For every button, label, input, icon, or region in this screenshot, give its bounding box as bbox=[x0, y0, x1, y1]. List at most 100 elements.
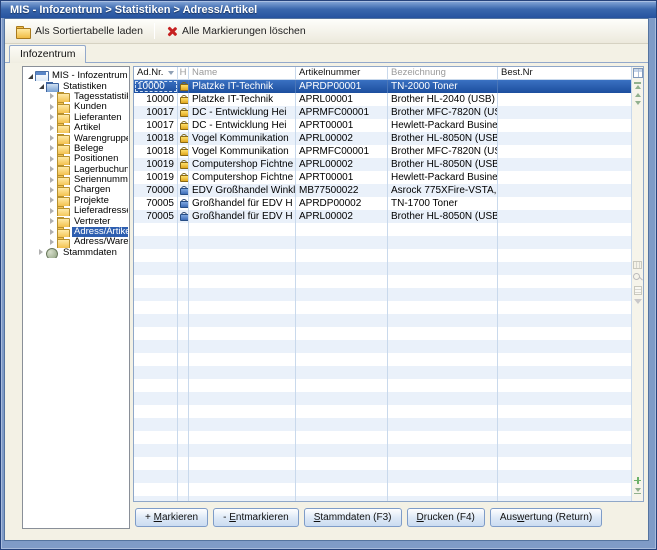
insert-row-icon[interactable] bbox=[634, 477, 641, 484]
tree-expand-icon[interactable] bbox=[48, 92, 57, 101]
footer-button-auswertung-return[interactable]: Auswertung (Return) bbox=[490, 508, 602, 527]
tree-item-warengruppen[interactable]: Warengruppen bbox=[24, 133, 128, 143]
tree-item-vertreter[interactable]: Vertreter bbox=[24, 216, 128, 226]
table-row[interactable]: 70005Großhandel für EDV HAPRL00002Brothe… bbox=[134, 210, 631, 223]
tree-collapse-icon[interactable] bbox=[26, 72, 35, 81]
cell-best-nr bbox=[498, 158, 631, 171]
cell-name bbox=[189, 340, 296, 353]
table-row[interactable]: 10000Platzke IT-TechnikAPRL00001Brother … bbox=[134, 93, 631, 106]
tree-item-adress-warengruppen[interactable]: Adress/Warengruppen bbox=[24, 237, 128, 247]
column-header-best-nr[interactable]: Best.Nr bbox=[498, 67, 631, 80]
tree-item-stammdaten[interactable]: Stammdaten bbox=[24, 248, 128, 258]
tree-item-projekte[interactable]: Projekte bbox=[24, 196, 128, 206]
cell-artikelnummer bbox=[296, 314, 388, 327]
tree-expand-icon[interactable] bbox=[48, 196, 57, 205]
grid-select-all-icon[interactable] bbox=[633, 68, 643, 78]
cell-best-nr bbox=[498, 210, 631, 223]
tree-item-adress-artikel[interactable]: Adress/Artikel bbox=[24, 227, 128, 237]
tree-expand-icon[interactable] bbox=[48, 124, 57, 133]
window-title: MIS - Infozentrum > Statistiken > Adress… bbox=[1, 1, 656, 18]
tree-expand-icon[interactable] bbox=[48, 155, 57, 164]
export-icon[interactable] bbox=[634, 286, 642, 295]
table-row[interactable]: 10000Platzke IT-TechnikAPRDP00001TN-2000… bbox=[134, 80, 631, 93]
table-row[interactable]: 10019Computershop FichtneAPRL00002Brothe… bbox=[134, 158, 631, 171]
column-header-h[interactable]: H bbox=[178, 67, 189, 80]
column-header-name[interactable]: Name bbox=[189, 67, 296, 80]
cell-bezeichnung bbox=[388, 301, 498, 314]
table-row[interactable]: 10017DC - Entwicklung HeiAPRT00001Hewlet… bbox=[134, 119, 631, 132]
tree-expand-icon[interactable] bbox=[48, 103, 57, 112]
tree-item-kunden[interactable]: Kunden bbox=[24, 102, 128, 112]
tree-expand-icon[interactable] bbox=[48, 186, 57, 195]
tree-item-artikel[interactable]: Artikel bbox=[24, 123, 128, 133]
empty-row bbox=[134, 405, 631, 418]
tree-expand-icon[interactable] bbox=[48, 134, 57, 143]
search-icon[interactable] bbox=[633, 273, 642, 282]
table-row[interactable]: 10018Vogel KommunikationAPRMFC00001Broth… bbox=[134, 145, 631, 158]
table-row[interactable]: 10018Vogel KommunikationAPRL00002Brother… bbox=[134, 132, 631, 145]
load-sort-table-button[interactable]: Als Sortiertabelle laden bbox=[9, 21, 150, 41]
column-header-artikelnummer[interactable]: Artikelnummer bbox=[296, 67, 388, 80]
table-row[interactable]: 10019Computershop FichtneAPRT00001Hewlet… bbox=[134, 171, 631, 184]
data-grid: Ad.Nr.HNameArtikelnummerBezeichnungBest.… bbox=[133, 66, 644, 502]
tree-expand-icon[interactable] bbox=[37, 248, 46, 257]
tree-item-belege[interactable]: Belege bbox=[24, 144, 128, 154]
filter-icon[interactable] bbox=[634, 299, 642, 304]
cell-artikelnummer bbox=[296, 249, 388, 262]
cell-best-nr bbox=[498, 496, 631, 501]
column-header-bezeichnung[interactable]: Bezeichnung bbox=[388, 67, 498, 80]
tree-item-statistiken[interactable]: Statistiken bbox=[24, 81, 128, 91]
footer-button-markieren[interactable]: + Markieren bbox=[135, 508, 208, 527]
tree-item-tagesstatistik[interactable]: Tagesstatistik bbox=[24, 92, 128, 102]
tree-item-chargen[interactable]: Chargen bbox=[24, 185, 128, 195]
cell-h bbox=[178, 210, 189, 223]
tree-expand-icon[interactable] bbox=[48, 238, 57, 247]
cell-name: DC - Entwicklung Hei bbox=[189, 119, 296, 132]
cell-h bbox=[178, 158, 189, 171]
scroll-bottom-icon[interactable] bbox=[634, 488, 641, 496]
tree-item-seriennummern[interactable]: Seriennummern bbox=[24, 175, 128, 185]
tree-expand-icon[interactable] bbox=[48, 207, 57, 216]
table-row[interactable]: 70005Großhandel für EDV HAPRDP00002TN-17… bbox=[134, 197, 631, 210]
tree-expand-icon[interactable] bbox=[48, 144, 57, 153]
cell-best-nr bbox=[498, 80, 631, 93]
cell-name bbox=[189, 483, 296, 496]
tree-expand-icon[interactable] bbox=[48, 217, 57, 226]
tree-item-lieferanten[interactable]: Lieferanten bbox=[24, 113, 128, 123]
cell-bezeichnung bbox=[388, 418, 498, 431]
cell-artikelnummer bbox=[296, 444, 388, 457]
tree-item-lagerbuchungen[interactable]: Lagerbuchungen bbox=[24, 165, 128, 175]
blue-padlock-icon bbox=[180, 212, 187, 221]
clear-marks-button[interactable]: Alle Markierungen löschen bbox=[159, 21, 313, 41]
table-row[interactable]: 70000EDV Großhandel WinklMB77500022Asroc… bbox=[134, 184, 631, 197]
column-chooser-icon[interactable] bbox=[633, 261, 642, 269]
cell-best-nr bbox=[498, 93, 631, 106]
cell-bezeichnung: Brother MFC-7820N (USB/PAR/LAN bbox=[388, 106, 498, 119]
yellow-padlock-icon bbox=[180, 82, 187, 91]
row-down-icon[interactable] bbox=[635, 101, 641, 105]
tree-expand-icon[interactable] bbox=[48, 176, 57, 185]
footer-button-drucken-f4[interactable]: Drucken (F4) bbox=[407, 508, 485, 527]
cell-name: Computershop Fichtne bbox=[189, 158, 296, 171]
footer-button-entmarkieren[interactable]: - Entmarkieren bbox=[213, 508, 299, 527]
cell-name bbox=[189, 470, 296, 483]
tree-item-positionen[interactable]: Positionen bbox=[24, 154, 128, 164]
tree-expand-icon[interactable] bbox=[48, 165, 57, 174]
tree-expand-icon[interactable] bbox=[48, 113, 57, 122]
tree-item-lieferadressen[interactable]: Lieferadressen bbox=[24, 206, 128, 216]
tree-expand-icon[interactable] bbox=[48, 228, 57, 237]
cell-ad-nr bbox=[134, 223, 178, 236]
cell-name: EDV Großhandel Winkl bbox=[189, 184, 296, 197]
scroll-top-icon[interactable] bbox=[634, 81, 641, 89]
window-frame: Als Sortiertabelle laden Alle Markierung… bbox=[4, 18, 649, 541]
row-up-icon[interactable] bbox=[635, 93, 641, 97]
tree-item-mis-infozentrum[interactable]: MIS - Infozentrum bbox=[24, 71, 128, 81]
cell-artikelnummer: MB77500022 bbox=[296, 184, 388, 197]
footer-button-stammdaten-f3[interactable]: Stammdaten (F3) bbox=[304, 508, 402, 527]
navigation-tree: MIS - InfozentrumStatistikenTagesstatist… bbox=[22, 66, 130, 529]
table-row[interactable]: 10017DC - Entwicklung HeiAPRMFC00001Brot… bbox=[134, 106, 631, 119]
tree-collapse-icon[interactable] bbox=[37, 82, 46, 91]
column-header-ad-nr-[interactable]: Ad.Nr. bbox=[134, 67, 178, 80]
tab-infozentrum[interactable]: Infozentrum bbox=[9, 45, 86, 63]
toolbar-separator bbox=[154, 23, 155, 39]
